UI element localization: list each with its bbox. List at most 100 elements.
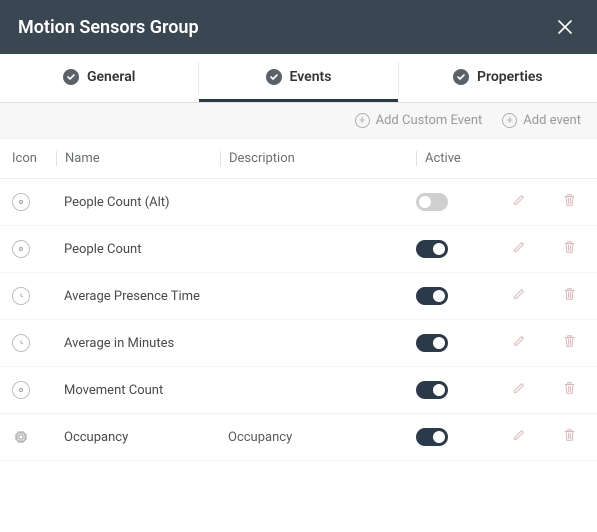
- pencil-icon: [512, 287, 526, 305]
- close-button[interactable]: [551, 13, 579, 41]
- row-name: Average in Minutes: [56, 336, 220, 351]
- toolbar: + Add Custom Event + Add event: [0, 103, 597, 139]
- delete-button[interactable]: [561, 335, 577, 351]
- button-label: Add Custom Event: [376, 113, 483, 128]
- row-icon-cell: [12, 240, 56, 258]
- col-header-name: Name: [56, 151, 220, 166]
- pencil-icon: [512, 334, 526, 352]
- toggle-knob: [433, 431, 445, 443]
- table-row: OccupancyOccupancy: [0, 414, 597, 461]
- edit-button[interactable]: [511, 241, 527, 257]
- tab-label: General: [87, 69, 135, 85]
- col-header-description: Description: [220, 151, 416, 166]
- col-header-active: Active: [416, 151, 480, 166]
- row-name: Average Presence Time: [56, 289, 220, 304]
- check-circle-icon: [266, 69, 282, 85]
- table-row: People Count: [0, 226, 597, 273]
- table-header: Icon Name Description Active: [0, 139, 597, 179]
- row-actions: [488, 194, 581, 210]
- titlebar: Motion Sensors Group: [0, 0, 597, 54]
- row-actions: [488, 429, 581, 445]
- active-toggle[interactable]: [416, 287, 448, 305]
- plus-circle-icon: +: [502, 113, 517, 128]
- row-icon-cell: [12, 334, 56, 352]
- active-toggle[interactable]: [416, 240, 448, 258]
- row-name: People Count (Alt): [56, 195, 220, 210]
- tab-events[interactable]: Events: [199, 54, 397, 102]
- trash-icon: [563, 193, 576, 211]
- active-toggle[interactable]: [416, 193, 448, 211]
- row-name: People Count: [56, 242, 220, 257]
- delete-button[interactable]: [561, 288, 577, 304]
- delete-button[interactable]: [561, 382, 577, 398]
- row-actions: [488, 241, 581, 257]
- toggle-knob: [433, 243, 445, 255]
- pencil-icon: [512, 428, 526, 446]
- check-circle-icon: [453, 69, 469, 85]
- row-name: Movement Count: [56, 383, 220, 398]
- tab-label: Properties: [477, 69, 543, 85]
- plus-circle-icon: +: [355, 113, 370, 128]
- row-icon-cell: [12, 381, 56, 399]
- table-row: People Count (Alt): [0, 179, 597, 226]
- clock-icon: [12, 287, 30, 305]
- table-row: Movement Count: [0, 367, 597, 414]
- row-active-cell: [416, 193, 488, 211]
- row-active-cell: [416, 381, 488, 399]
- trash-icon: [563, 381, 576, 399]
- button-label: Add event: [523, 113, 581, 128]
- row-icon-cell: [12, 193, 56, 211]
- table-row: Average Presence Time: [0, 273, 597, 320]
- delete-button[interactable]: [561, 194, 577, 210]
- eye-icon: [12, 193, 30, 211]
- row-icon-cell: [12, 287, 56, 305]
- row-name: Occupancy: [56, 430, 220, 445]
- row-actions: [488, 335, 581, 351]
- modal: Motion Sensors Group General Events Prop…: [0, 0, 597, 461]
- add-event-button[interactable]: + Add event: [502, 113, 581, 128]
- close-icon: [557, 19, 573, 35]
- toggle-knob: [419, 196, 431, 208]
- add-custom-event-button[interactable]: + Add Custom Event: [355, 113, 483, 128]
- trash-icon: [563, 334, 576, 352]
- toggle-knob: [433, 290, 445, 302]
- active-toggle[interactable]: [416, 381, 448, 399]
- chip-icon: [12, 428, 30, 446]
- row-actions: [488, 382, 581, 398]
- row-description: Occupancy: [220, 430, 416, 445]
- check-circle-icon: [63, 69, 79, 85]
- pencil-icon: [512, 193, 526, 211]
- row-active-cell: [416, 428, 488, 446]
- tabs: General Events Properties: [0, 54, 597, 103]
- toggle-knob: [433, 337, 445, 349]
- edit-button[interactable]: [511, 429, 527, 445]
- modal-title: Motion Sensors Group: [18, 17, 199, 38]
- active-toggle[interactable]: [416, 428, 448, 446]
- edit-button[interactable]: [511, 382, 527, 398]
- eye-icon: [12, 381, 30, 399]
- trash-icon: [563, 287, 576, 305]
- delete-button[interactable]: [561, 429, 577, 445]
- row-active-cell: [416, 334, 488, 352]
- trash-icon: [563, 428, 576, 446]
- delete-button[interactable]: [561, 241, 577, 257]
- edit-button[interactable]: [511, 288, 527, 304]
- edit-button[interactable]: [511, 335, 527, 351]
- table-body: People Count (Alt) People Count Average Pr…: [0, 179, 597, 461]
- pencil-icon: [512, 240, 526, 258]
- tab-label: Events: [290, 69, 332, 85]
- col-header-icon: Icon: [12, 151, 56, 166]
- pencil-icon: [512, 381, 526, 399]
- clock-icon: [12, 334, 30, 352]
- table-row: Average in Minutes: [0, 320, 597, 367]
- active-toggle[interactable]: [416, 334, 448, 352]
- edit-button[interactable]: [511, 194, 527, 210]
- row-active-cell: [416, 287, 488, 305]
- row-active-cell: [416, 240, 488, 258]
- toggle-knob: [433, 384, 445, 396]
- eye-icon: [12, 240, 30, 258]
- trash-icon: [563, 240, 576, 258]
- row-actions: [488, 288, 581, 304]
- tab-properties[interactable]: Properties: [399, 54, 597, 102]
- tab-general[interactable]: General: [0, 54, 198, 102]
